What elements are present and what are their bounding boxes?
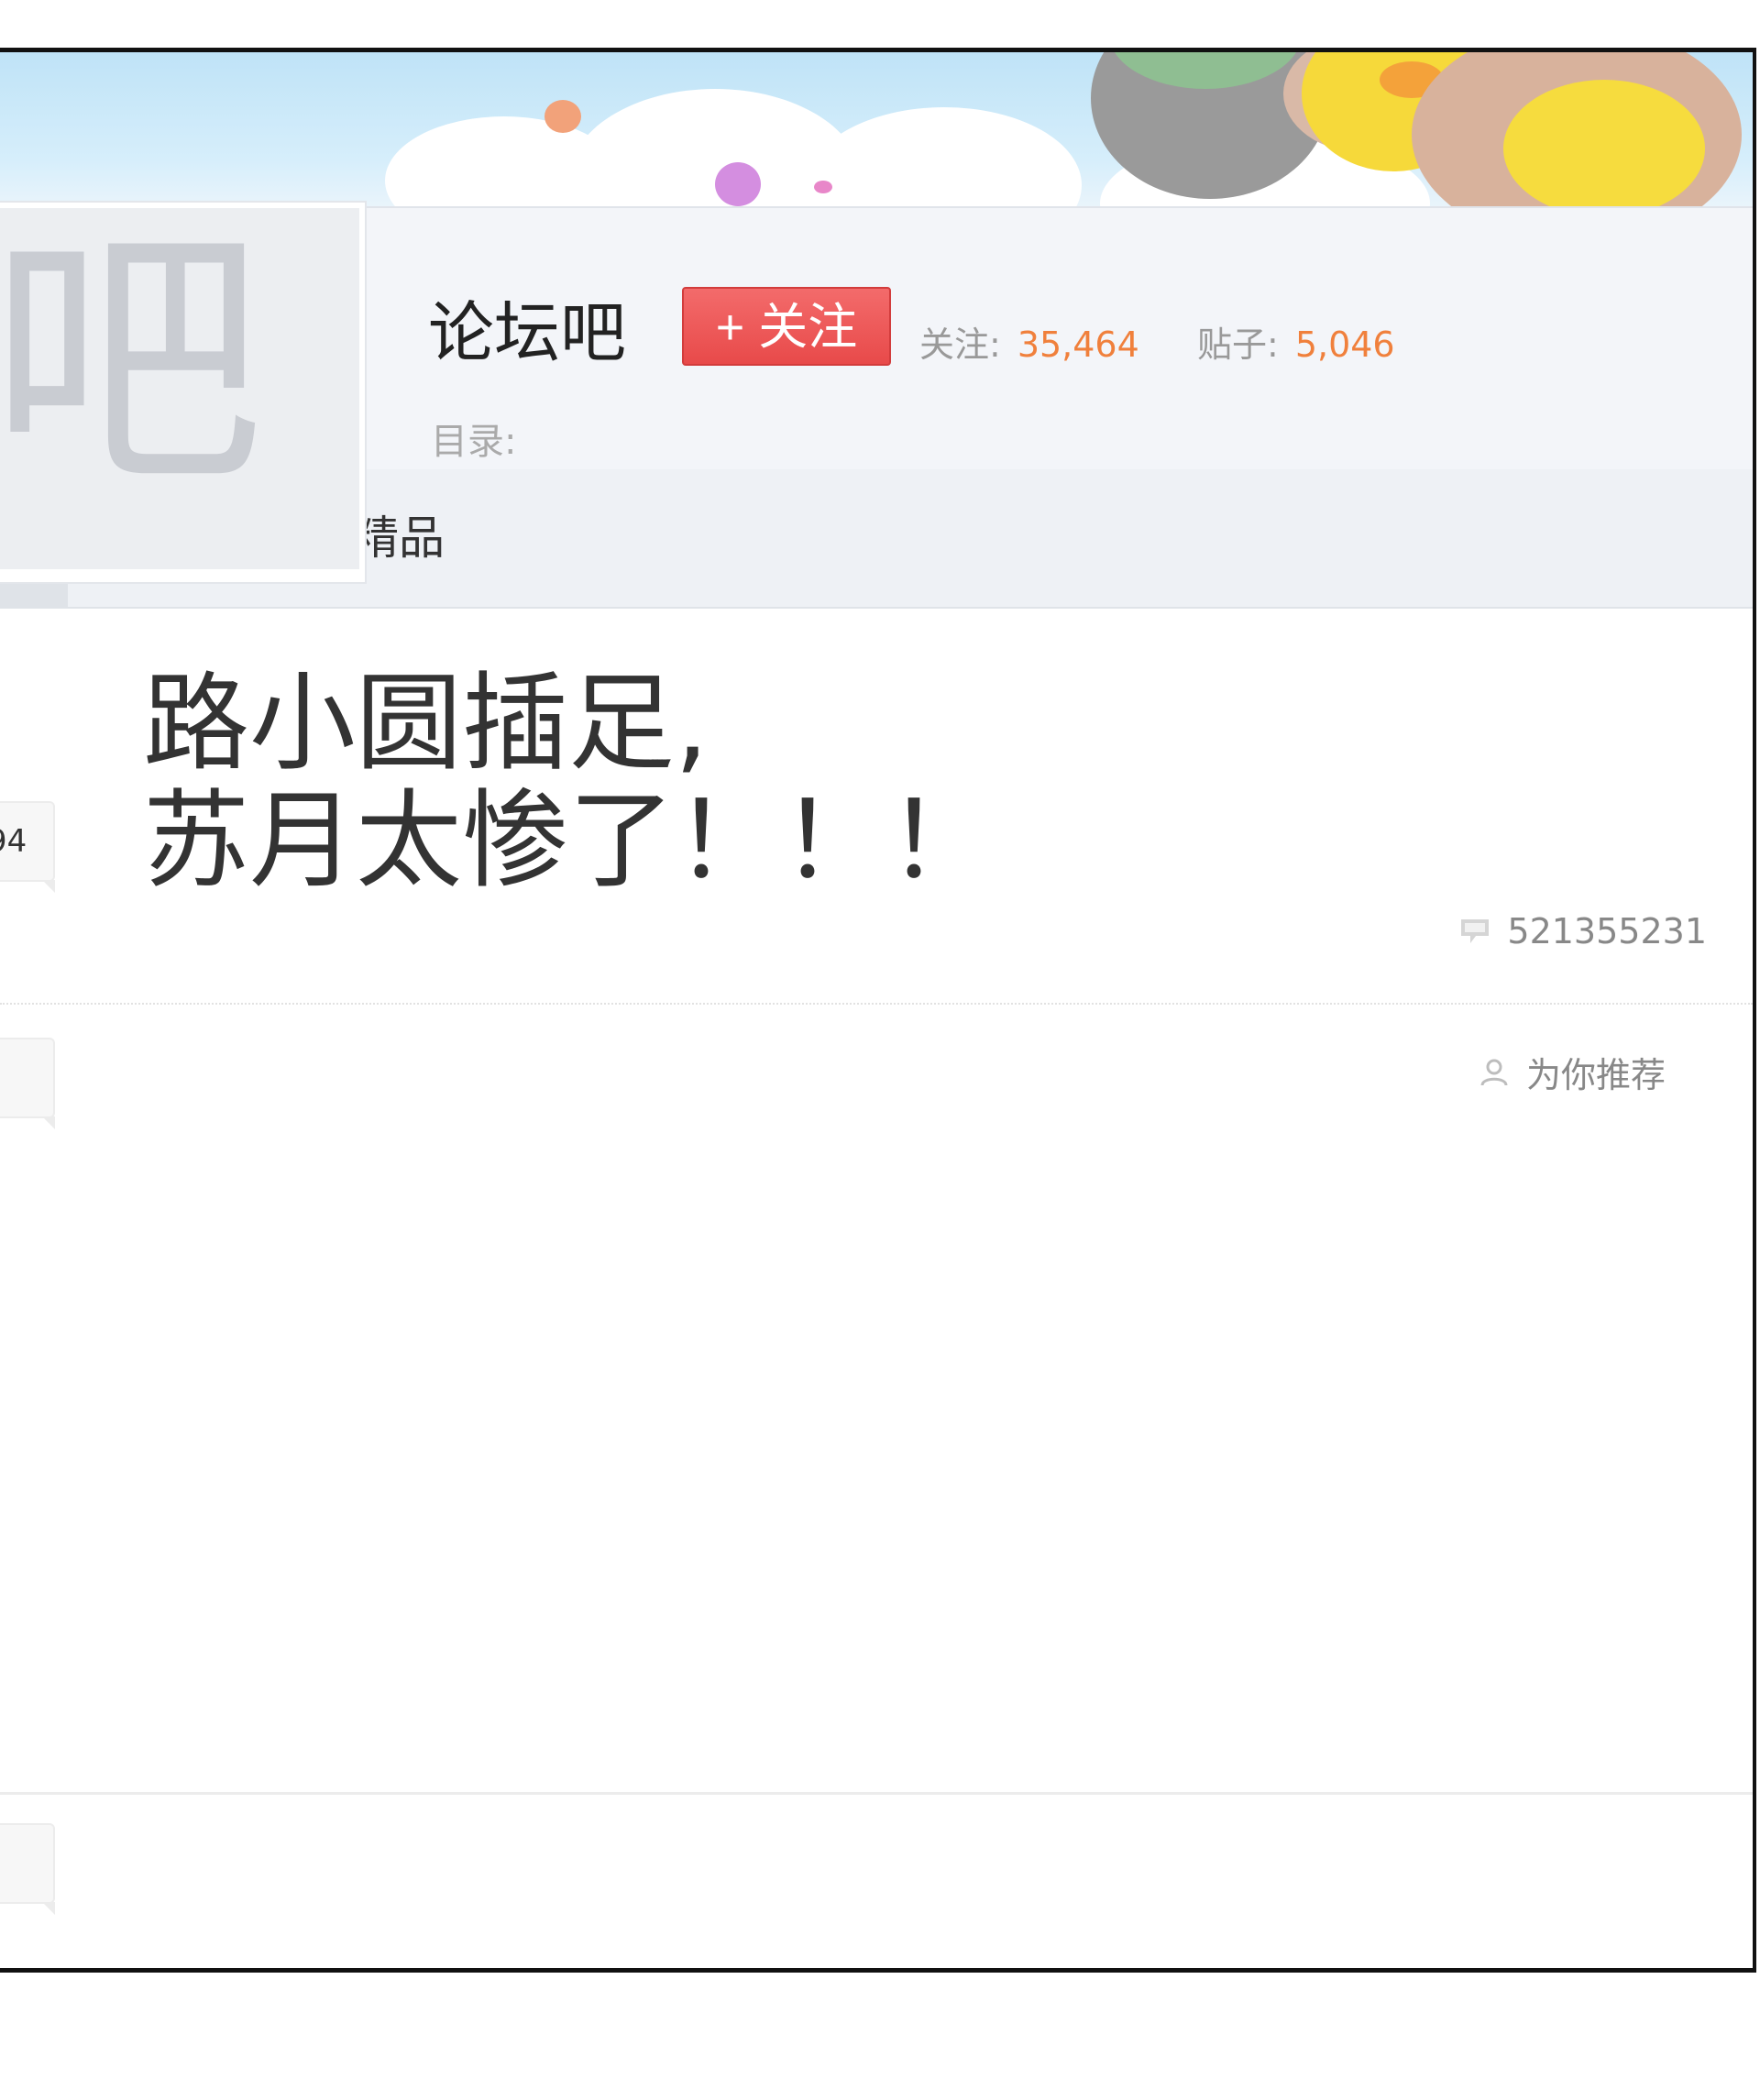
reply-count: 94 — [0, 823, 28, 860]
comment-icon — [1461, 919, 1490, 943]
forum-header: 吧 论坛吧 + 关注 关注: 35,464 贴子: 5,046 目录: — [0, 201, 1753, 584]
reply-count-badge — [0, 1038, 55, 1129]
tab-featured[interactable]: 精品 — [353, 515, 445, 561]
thread-row — [0, 1796, 1753, 1968]
recommend-tag: 为你推荐 — [1479, 1047, 1666, 1097]
posts-stat-label: 贴子: — [1197, 324, 1279, 365]
user-icon — [1480, 1059, 1508, 1086]
reply-count-badge: 94 — [0, 801, 55, 893]
follow-button[interactable]: + 关注 — [682, 287, 891, 366]
section-divider — [0, 1792, 1753, 1795]
thread-divider — [0, 1003, 1753, 1005]
forum-avatar-glyph: 吧 — [0, 208, 264, 522]
forum-title[interactable]: 论坛吧 — [428, 300, 626, 366]
thread-title[interactable]: 路小圆插足, 苏月太惨了！！！ — [143, 665, 994, 900]
follow-stat-value: 35,464 — [1017, 324, 1139, 365]
posts-stat-value: 5,046 — [1294, 324, 1395, 365]
forum-avatar[interactable]: 吧 — [0, 201, 367, 584]
posts-stat: 贴子: 5,046 — [1197, 327, 1395, 362]
recommend-label: 为你推荐 — [1525, 1055, 1666, 1095]
thread-author-name: 521355231 — [1507, 911, 1707, 951]
thread-title-line-1: 路小圆插足, — [143, 662, 709, 786]
thread-row: 为你推荐 — [0, 1006, 1753, 1794]
catalog-label: 目录: — [431, 421, 517, 463]
reply-count-badge — [0, 1823, 55, 1915]
thread-title-line-2: 苏月太惨了！！！ — [143, 779, 994, 903]
thread-author[interactable]: 521355231 — [1459, 911, 1707, 951]
follow-stat: 关注: 35,464 — [919, 327, 1139, 362]
forum-page: 吧 论坛吧 + 关注 关注:35,464 贴子:5,046 目录: 帖 图片 精… — [0, 48, 1756, 1973]
follow-stat-label: 关注: — [919, 324, 1001, 365]
forum-banner — [0, 52, 1753, 206]
thread-row: 94 路小圆插足, 苏月太惨了！！！ 521355231 — [0, 609, 1753, 1003]
